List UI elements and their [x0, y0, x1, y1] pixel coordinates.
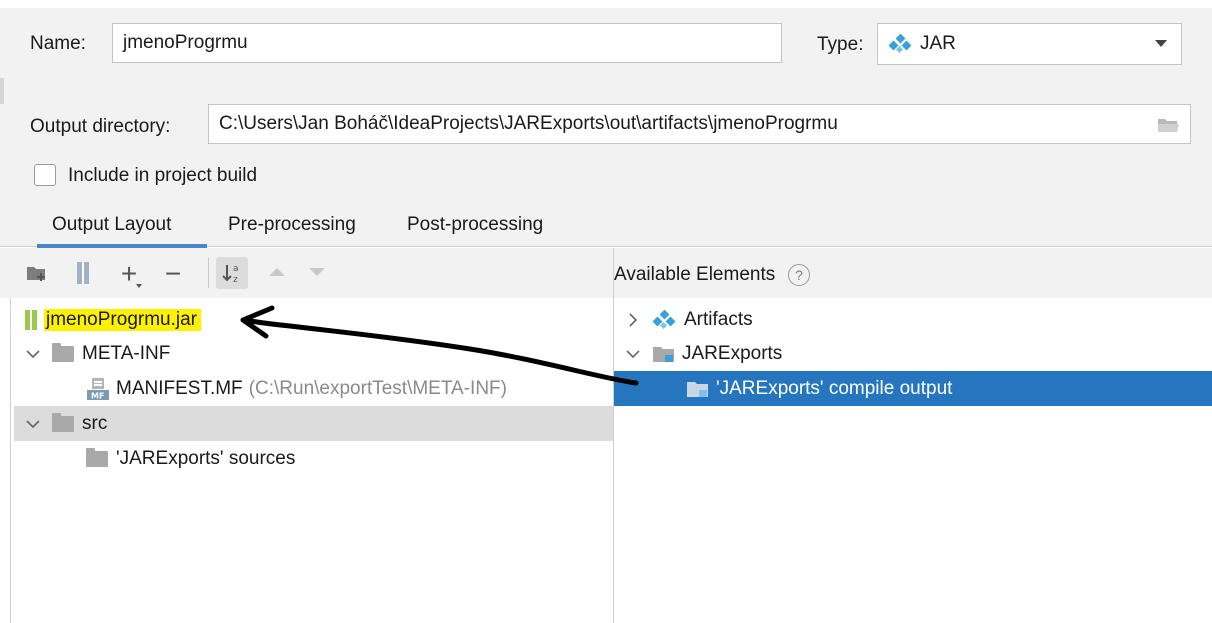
- artifacts-label: Artifacts: [684, 308, 753, 330]
- type-combobox-value: JAR: [920, 33, 956, 54]
- available-elements-header: Available Elements ?: [614, 248, 1212, 298]
- tree-item-manifest[interactable]: MF MANIFEST.MF (C:\Run\exportTest\META-I…: [86, 371, 507, 406]
- add-glyph: +: [120, 258, 138, 289]
- folder-icon: [52, 342, 74, 362]
- tab-post-processing[interactable]: Post-processing: [407, 214, 543, 236]
- manifest-file-icon: MF: [86, 377, 110, 401]
- svg-text:MF: MF: [91, 391, 104, 400]
- chevron-down-icon[interactable]: [24, 415, 42, 433]
- svg-text:a: a: [233, 264, 239, 274]
- dropdown-indicator-icon: [136, 284, 142, 288]
- available-elements-title: Available Elements: [614, 264, 776, 285]
- panel-splitter-handle[interactable]: [0, 78, 4, 104]
- chevron-down-icon[interactable]: [24, 345, 42, 363]
- artifacts-icon: [652, 309, 676, 330]
- module-folder-icon: [652, 344, 676, 364]
- remove-glyph: −: [164, 258, 182, 289]
- toolbar-separator: [208, 258, 209, 288]
- add-archive-icon[interactable]: [74, 260, 92, 286]
- browse-folder-icon[interactable]: [1156, 115, 1180, 141]
- add-icon[interactable]: +: [114, 260, 144, 288]
- jar-name: jmenoProgrmu.jar: [44, 308, 201, 331]
- tree-item-compile-output[interactable]: 'JARExports' compile output: [614, 371, 1212, 406]
- compile-output-folder-icon: [686, 379, 710, 399]
- help-icon[interactable]: ?: [788, 264, 810, 286]
- chevron-down-icon[interactable]: [624, 345, 642, 363]
- meta-inf-label: META-INF: [82, 342, 171, 364]
- name-field-value: jmenoProgrmu: [123, 32, 248, 53]
- name-field[interactable]: jmenoProgrmu: [112, 23, 782, 63]
- project-label: JARExports: [682, 342, 783, 364]
- help-glyph: ?: [795, 267, 803, 283]
- svg-text:z: z: [233, 275, 238, 284]
- compile-output-label: 'JARExports' compile output: [716, 377, 953, 399]
- src-label: src: [82, 412, 108, 434]
- top-edge: [0, 0, 1212, 8]
- move-down-icon[interactable]: [306, 264, 328, 280]
- chevron-right-icon[interactable]: [624, 311, 642, 329]
- source-folder-icon: [86, 447, 108, 467]
- sources-label: 'JARExports' sources: [116, 447, 296, 469]
- left-tree-border: [10, 298, 11, 623]
- chevron-down-icon: [1155, 40, 1167, 47]
- sort-alpha-icon[interactable]: a z: [216, 257, 248, 289]
- manifest-name: MANIFEST.MF: [116, 377, 243, 399]
- add-directory-icon[interactable]: [26, 262, 50, 284]
- tree-item-artifacts[interactable]: Artifacts: [624, 302, 753, 337]
- type-label: Type:: [817, 34, 864, 55]
- tab-pre-processing[interactable]: Pre-processing: [228, 214, 356, 236]
- name-label: Name:: [30, 33, 86, 54]
- output-directory-field[interactable]: C:\Users\Jan Boháč\IdeaProjects\JARExpor…: [208, 104, 1191, 144]
- type-combobox[interactable]: JAR: [877, 23, 1182, 65]
- folder-icon: [52, 412, 74, 432]
- tree-item-meta-inf[interactable]: META-INF: [24, 336, 170, 371]
- remove-icon[interactable]: −: [160, 260, 186, 288]
- tree-item-src[interactable]: src: [14, 406, 613, 441]
- include-in-build-checkbox[interactable]: [34, 164, 56, 186]
- jar-type-icon: [888, 34, 912, 54]
- include-in-build-label: Include in project build: [68, 165, 258, 186]
- manifest-path: (C:\Run\exportTest\META-INF): [248, 377, 507, 399]
- output-directory-value: C:\Users\Jan Boháč\IdeaProjects\JARExpor…: [219, 113, 838, 134]
- output-directory-label: Output directory:: [30, 116, 171, 137]
- jar-archive-icon: [24, 309, 38, 331]
- tree-item-sources[interactable]: 'JARExports' sources: [86, 441, 295, 476]
- move-up-icon[interactable]: [266, 264, 288, 280]
- tree-item-jar[interactable]: jmenoProgrmu.jar: [24, 302, 201, 337]
- tree-item-project[interactable]: JARExports: [624, 336, 782, 371]
- tab-output-layout[interactable]: Output Layout: [52, 214, 171, 236]
